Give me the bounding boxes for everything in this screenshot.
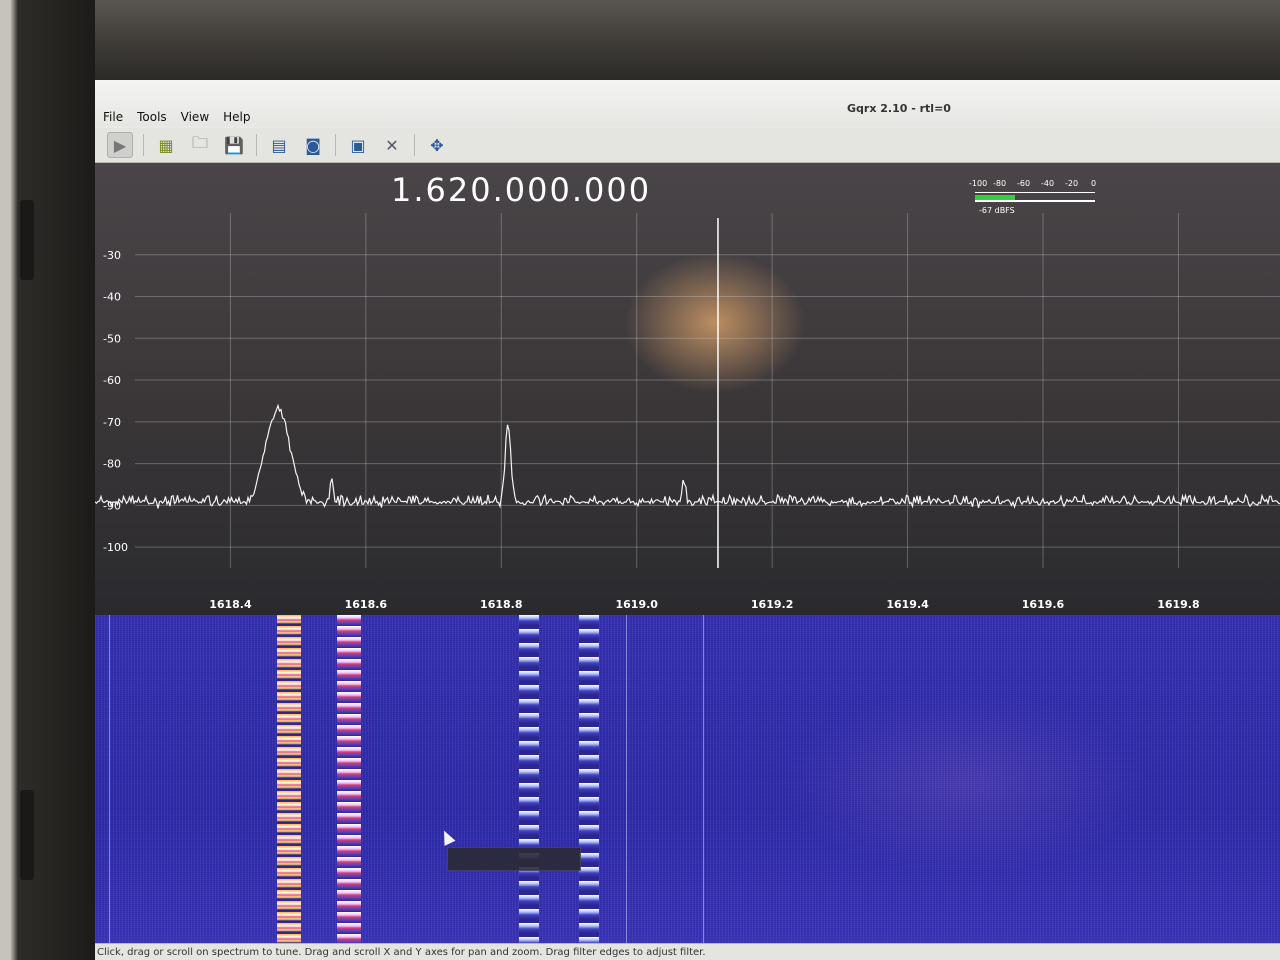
window-title: Gqrx 2.10 - rtl=0 [847,102,951,115]
x-tick-label: 1618.6 [345,598,388,611]
x-tick-label: 1618.4 [209,598,252,611]
y-tick-label: -100 [103,541,128,554]
meter-base [975,200,1095,202]
x-tick-label: 1618.8 [480,598,522,611]
settings-icon[interactable]: ✕ [380,133,404,157]
status-bar: Click, drag or scroll on spectrum to tun… [95,943,1280,960]
spectrum-panadapter[interactable]: 1618.4 1618.6 1618.8 1619.0 1619.2 1619.4 1619… [95,163,1280,615]
menu-tools[interactable]: Tools [137,110,167,124]
toolbar-separator [256,134,257,156]
x-tick-label: 1619.0 [615,598,658,611]
meter-tick: -40 [1041,179,1055,188]
x-tick-label: 1619.2 [751,598,793,611]
waterfall-signal-track [337,615,361,943]
menu-view[interactable]: View [181,110,209,124]
spectrum-trace [95,403,1280,509]
meter-tick: -100 [969,179,988,188]
y-tick-label: -50 [103,332,121,345]
waterfall-carrier-line [703,615,704,943]
start-dsp-icon[interactable]: ▶ [107,132,133,158]
device-config-icon[interactable]: ▦ [154,133,178,157]
waterfall-signal-track [519,615,539,943]
y-tick-label: -60 [103,374,121,387]
y-tick-label: -40 [103,291,121,304]
laptop-bezel-top [0,0,1280,80]
y-tick-label: -80 [103,458,121,471]
waterfall-noise [95,615,1280,943]
x-tick-label: 1619.6 [1022,598,1065,611]
x-tick-label: 1619.4 [886,598,929,611]
menu-bar: File Tools View Help [103,110,251,124]
bezel-hinge [20,790,34,880]
menu-file[interactable]: File [103,110,123,124]
spectrum-plot[interactable]: 1618.4 1618.6 1618.8 1619.0 1619.2 1619.4 1619… [95,163,1280,615]
waterfall-display[interactable] [95,615,1280,943]
waterfall-signal-track [277,615,301,943]
waterfall-carrier-line [109,615,110,943]
meter-tick: -20 [1065,179,1079,188]
waterfall-carrier-line [626,615,627,943]
fft-settings-icon[interactable]: ◙ [301,133,325,157]
title-bar: Gqrx 2.10 - rtl=0 File Tools View Help [95,80,1280,126]
waterfall-signal-track [579,615,599,943]
signal-meter: -100 -80 -60 -40 -20 0 -67 dBFS [969,179,1101,219]
x-tick-label: 1619.8 [1157,598,1199,611]
toolbar-separator [335,134,336,156]
bezel-hinge [20,200,34,280]
meter-value: -67 dBFS [979,206,1015,215]
save-icon[interactable]: 💾 [222,133,246,157]
meter-tick: 0 [1091,179,1097,188]
tooltip-popup [447,847,581,871]
menu-help[interactable]: Help [223,110,250,124]
meter-tick: -80 [993,179,1007,188]
laptop-bezel-left [0,0,95,960]
toolbar: ▶ ▦ 🗀 💾 ▤ ◙ ▣ ✕ ✥ [95,128,1280,163]
meter-tick: -60 [1017,179,1031,188]
gqrx-window: Gqrx 2.10 - rtl=0 File Tools View Help ▶… [95,80,1280,960]
remote-control-icon[interactable]: ▣ [346,133,370,157]
toolbar-separator [143,134,144,156]
adjust-view-icon[interactable]: ✥ [425,133,449,157]
bookmarks-icon[interactable]: ▤ [267,133,291,157]
toolbar-separator [414,134,415,156]
y-tick-label: -30 [103,249,121,262]
frequency-readout[interactable]: 1.620.000.000 [391,171,651,209]
y-tick-label: -70 [103,416,121,429]
meter-axis [975,192,1095,193]
open-file-icon[interactable]: 🗀 [188,133,212,157]
